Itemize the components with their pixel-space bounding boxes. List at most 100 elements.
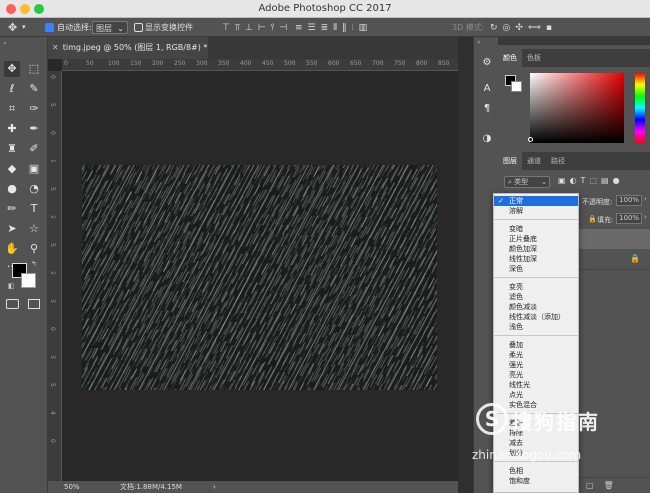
roll-3d-icon[interactable]: ◎ xyxy=(503,22,511,35)
hue-slider[interactable] xyxy=(635,73,645,143)
expand-panels-icon[interactable]: « xyxy=(477,39,481,46)
blend-mode-item[interactable]: 颜色减淡 xyxy=(494,302,578,312)
tab-paths[interactable]: 路径 xyxy=(546,152,570,170)
blend-mode-item[interactable]: 点光 xyxy=(494,390,578,400)
eraser-tool-icon[interactable]: ◆ xyxy=(4,161,20,177)
close-tab-icon[interactable]: ✕ xyxy=(52,43,59,52)
auto-select-dropdown[interactable]: 图层 ⌄ xyxy=(92,21,128,34)
blend-mode-item[interactable]: 亮光 xyxy=(494,370,578,380)
zoom-tool-icon[interactable]: ⚲ xyxy=(26,241,42,257)
delete-layer-icon[interactable]: 🗑 xyxy=(604,481,624,490)
blend-mode-item[interactable]: 滤色 xyxy=(494,292,578,302)
move-tool-icon[interactable]: ✥ xyxy=(8,21,17,34)
blend-mode-item[interactable]: 颜色加深 xyxy=(494,244,578,254)
align-right-icon[interactable]: ⊣ xyxy=(280,22,288,35)
align-bottom-icon[interactable]: ⊥ xyxy=(245,22,253,35)
filter-pixel-icon[interactable]: ▣ xyxy=(558,176,570,185)
blend-mode-item[interactable]: 变暗 xyxy=(494,224,578,234)
type-tool-icon[interactable]: T xyxy=(26,201,42,217)
crop-tool-icon[interactable]: ⌗ xyxy=(4,101,20,117)
color-panel-background-swatch[interactable] xyxy=(511,81,522,92)
screen-mode-icon[interactable] xyxy=(28,299,40,309)
pan-3d-icon[interactable]: ✣ xyxy=(515,22,523,35)
path-selection-tool-icon[interactable]: ➤ xyxy=(4,221,20,237)
move-tool-icon[interactable]: ✥ xyxy=(4,61,20,77)
marquee-tool-icon[interactable]: ⬚ xyxy=(26,61,42,77)
lasso-tool-icon[interactable]: ℓ xyxy=(4,81,20,97)
blur-tool-icon[interactable]: ● xyxy=(4,181,20,197)
filter-adjustment-icon[interactable]: ◐ xyxy=(570,176,581,185)
blend-mode-item[interactable]: 线性光 xyxy=(494,380,578,390)
layer-filter-dropdown[interactable]: ⌕ 类型 ⌄ xyxy=(504,176,550,188)
distribute-top-icon[interactable]: ≡ xyxy=(295,22,303,35)
swap-colors-icon[interactable]: ↰ xyxy=(31,260,37,268)
distribute-left-icon[interactable]: ⦀ xyxy=(333,22,337,35)
zoom-level[interactable]: 50% xyxy=(64,481,80,493)
eyedropper-tool-icon[interactable]: ✑ xyxy=(26,101,42,117)
tab-layers[interactable]: 图层 xyxy=(498,152,522,170)
color-picker-cursor[interactable] xyxy=(528,137,533,142)
blend-mode-item[interactable]: 线性减淡（添加） xyxy=(494,312,578,322)
tab-document[interactable]: ✕ timg.jpeg @ 50% (图层 1, RGB/8#) * xyxy=(48,37,208,59)
distribute-right-icon[interactable]: ⦙ xyxy=(352,22,354,35)
blend-mode-item[interactable]: ✓ 正常 xyxy=(494,196,578,206)
show-transform-checkbox[interactable] xyxy=(134,23,143,32)
align-left-icon[interactable]: ⊢ xyxy=(258,22,266,35)
blend-mode-item[interactable]: 变亮 xyxy=(494,282,578,292)
blend-mode-item[interactable]: 深色 xyxy=(494,264,578,274)
fill-input[interactable]: 100% xyxy=(616,213,642,224)
fill-chevron-icon[interactable]: › xyxy=(644,213,647,221)
align-top-icon[interactable]: ⊤ xyxy=(222,22,230,35)
clone-stamp-tool-icon[interactable]: ♜ xyxy=(4,141,20,157)
brush-tool-icon[interactable]: ✒ xyxy=(26,121,42,137)
adjustments-panel-icon[interactable]: ◑ xyxy=(480,133,494,147)
gradient-tool-icon[interactable]: ▣ xyxy=(26,161,42,177)
tab-color[interactable]: 颜色 xyxy=(498,49,522,67)
pen-tool-icon[interactable]: ✏ xyxy=(4,201,20,217)
filter-toggle-icon[interactable]: ● xyxy=(613,176,624,185)
blend-mode-item[interactable]: 叠加 xyxy=(494,340,578,350)
blend-mode-item[interactable]: 柔光 xyxy=(494,350,578,360)
slide-3d-icon[interactable]: ⟺ xyxy=(528,22,541,35)
history-brush-tool-icon[interactable]: ✐ xyxy=(26,141,42,157)
opacity-chevron-icon[interactable]: › xyxy=(644,195,647,203)
background-color-swatch[interactable] xyxy=(21,273,36,288)
align-hcenter-icon[interactable]: ⫯ xyxy=(271,22,275,35)
auto-select-checkbox[interactable] xyxy=(45,23,54,32)
collapse-icon[interactable]: » xyxy=(3,40,7,47)
horizontal-ruler[interactable]: 0 50 100 150 200 250 300 350 400 450 500 550 600 650 7… xyxy=(62,59,458,71)
blend-mode-item[interactable]: 正片叠底 xyxy=(494,234,578,244)
dodge-tool-icon[interactable]: ◔ xyxy=(26,181,42,197)
blend-mode-item[interactable]: 溶解 xyxy=(494,206,578,216)
opacity-input[interactable]: 100% xyxy=(616,195,642,206)
blend-mode-item[interactable]: 浅色 xyxy=(494,322,578,332)
shape-tool-icon[interactable]: ☆ xyxy=(26,221,42,237)
vertical-ruler[interactable]: 0 5 0 1 5 2 5 2 3 0 3 5 4 0 xyxy=(48,71,62,481)
blend-mode-item[interactable]: 线性加深 xyxy=(494,254,578,264)
orbit-3d-icon[interactable]: ↻ xyxy=(490,22,498,35)
auto-align-icon[interactable]: ▥ xyxy=(359,22,368,35)
hand-tool-icon[interactable]: ✋ xyxy=(4,241,20,257)
tab-swatches[interactable]: 色板 xyxy=(522,49,546,67)
distribute-vcenter-icon[interactable]: ☰ xyxy=(307,22,315,35)
paragraph-panel-icon[interactable]: ¶ xyxy=(480,103,494,117)
healing-brush-tool-icon[interactable]: ✚ xyxy=(4,121,20,137)
quick-mask-icon[interactable] xyxy=(6,299,19,309)
status-menu-chevron-icon[interactable]: › xyxy=(213,481,216,493)
filter-shape-icon[interactable]: ⬚ xyxy=(589,176,601,185)
character-panel-icon[interactable]: A xyxy=(480,83,494,97)
distribute-bottom-icon[interactable]: ≣ xyxy=(321,22,329,35)
filter-smart-icon[interactable]: ▤ xyxy=(601,176,613,185)
quick-select-tool-icon[interactable]: ✎ xyxy=(26,81,42,97)
blend-mode-item[interactable]: 强光 xyxy=(494,360,578,370)
tool-preset-chevron-icon[interactable]: ▾ xyxy=(22,21,26,34)
properties-panel-icon[interactable]: ⚙ xyxy=(480,57,494,71)
align-vcenter-icon[interactable]: ⫪ xyxy=(235,22,240,35)
blend-mode-item[interactable]: 饱和度 xyxy=(494,476,578,486)
default-colors-icon[interactable]: ◧ xyxy=(8,282,15,290)
new-layer-icon[interactable]: ▢ xyxy=(586,481,604,490)
tab-channels[interactable]: 通道 xyxy=(522,152,546,170)
document-canvas[interactable] xyxy=(82,165,437,390)
color-picker-field[interactable] xyxy=(530,73,624,143)
scale-3d-icon[interactable]: ▪ xyxy=(546,22,552,35)
